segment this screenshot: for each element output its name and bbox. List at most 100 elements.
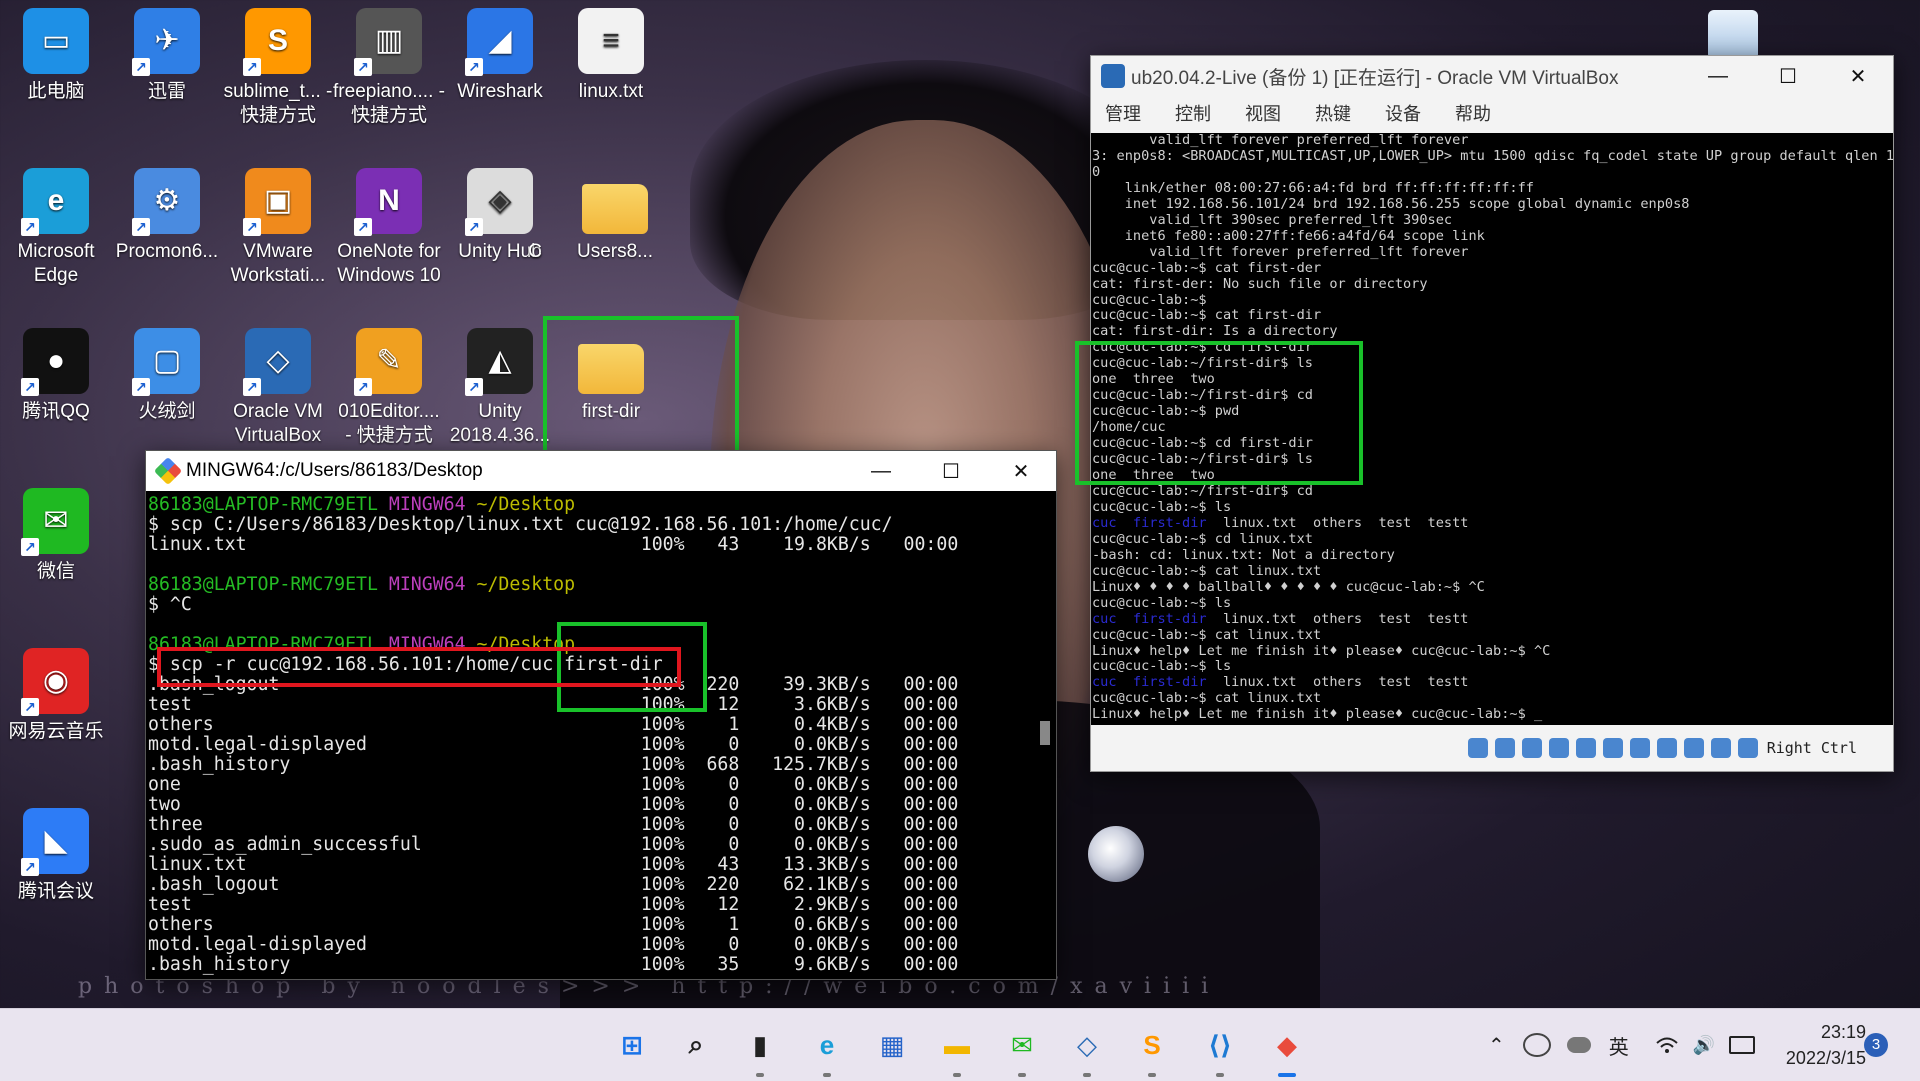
vbox-minimize-button[interactable]: — — [1683, 56, 1753, 96]
desktop-icon-linux-txt[interactable]: ≡ linux.txt — [555, 8, 667, 104]
vbox-menu-item[interactable]: 设备 — [1385, 100, 1421, 126]
taskbar-sublime-icon[interactable]: S — [1130, 1023, 1174, 1067]
ime-indicator[interactable]: 英 — [1609, 1031, 1629, 1060]
desktop-icon-xunlei[interactable]: ✈ ↗ 迅雷 — [111, 8, 223, 104]
desktop-icon-c-folder[interactable]: C — [520, 168, 550, 264]
mingw-terminal-window[interactable]: MINGW64:/c/Users/86183/Desktop — ☐ ✕ 861… — [145, 450, 1057, 980]
taskbar-terminal-icon[interactable]: ▮ — [738, 1023, 782, 1067]
desktop-icon-unity[interactable]: ◭ ↗ Unity 2018.4.36... — [444, 328, 556, 448]
virtualbox-icon: ◇ ↗ — [243, 328, 311, 396]
cpu-icon[interactable] — [1683, 738, 1704, 758]
wireshark-icon: ◢ ↗ — [465, 8, 533, 76]
desktop-icon-edge[interactable]: e ↗ Microsoft Edge — [0, 168, 112, 288]
desktop-icon-wireshark[interactable]: ◢ ↗ Wireshark — [444, 8, 556, 104]
desktop-icon-users-folder[interactable]: Users8... — [559, 168, 671, 264]
volume-icon[interactable]: 🔊 — [1693, 1035, 1715, 1056]
recording-icon[interactable] — [1656, 738, 1677, 758]
desktop-icon-wechat[interactable]: ✉ ↗ 微信 — [0, 488, 112, 584]
usb-icon[interactable] — [1575, 738, 1596, 758]
vbox-menu-item[interactable]: 管理 — [1105, 100, 1141, 126]
taskbar-explorer-icon[interactable]: ▬ — [935, 1023, 979, 1067]
console-line: inet6 fe80::a00:27ff:fe66:a4fd/64 scope … — [1092, 227, 1485, 244]
desktop-icon-label: Wireshark — [457, 81, 543, 102]
taskbar-git-bash-icon[interactable]: ◆ — [1265, 1023, 1309, 1067]
taskbar-start-icon[interactable]: ⊞ — [610, 1023, 654, 1067]
ls-file-entries: linux.txt others test testt — [1206, 674, 1469, 691]
desktop-icon-huorongjian[interactable]: ▢ ↗ 火绒剑 — [111, 328, 223, 424]
desktop-icon-qq[interactable]: ● ↗ 腾讯QQ — [0, 328, 112, 424]
desktop-icon-tencent-meeting[interactable]: ◣ ↗ 腾讯会议 — [0, 808, 112, 904]
console-line: 3: enp0s8: <BROADCAST,MULTICAST,UP,LOWER… — [1092, 147, 1893, 164]
mingw-terminal-output[interactable]: 86183@LAPTOP-RMC79ETL MINGW64 ~/Desktop $… — [146, 491, 1056, 979]
vbox-close-button[interactable]: ✕ — [1823, 56, 1893, 96]
keyboard-icon[interactable] — [1737, 738, 1758, 758]
vbox-menu-item[interactable]: 帮助 — [1455, 100, 1491, 126]
desktop-icon-label: 迅雷 — [147, 81, 186, 102]
terminal-line: .bash_history 100% 668 125.7KB/s 00:00 — [148, 754, 959, 775]
vbox-titlebar[interactable]: ub20.04.2-Live (备份 1) [正在运行] - Oracle VM… — [1091, 56, 1893, 96]
mingw-title: MINGW64:/c/Users/86183/Desktop — [186, 460, 483, 481]
desktop-icon-sublime[interactable]: S ↗ sublime_t... - 快捷方式 — [222, 8, 334, 128]
wifi-icon[interactable] — [1655, 1035, 1679, 1055]
xunlei-icon: ✈ ↗ — [132, 8, 200, 76]
taskbar: ⊞ ⌕ ▮ e ▦ ▬ ✉ ◇ S ⟨⟩ ◆ ⌃ 英 🔊 23:19 2022/3/15 3 — [0, 1008, 1920, 1081]
optical-icon[interactable] — [1494, 738, 1515, 758]
desktop-icon-freepiano[interactable]: ▥ ↗ freepiano.... - 快捷方式 — [333, 8, 445, 128]
terminal-line: $ scp C:/Users/86183/Desktop/linux.txt c… — [148, 514, 893, 535]
ls-dir-entries: cuc first-dir — [1092, 674, 1207, 691]
taskbar-wechat-icon[interactable]: ✉ — [1000, 1023, 1044, 1067]
desktop-icon-virtualbox[interactable]: ◇ ↗ Oracle VM VirtualBox — [222, 328, 334, 448]
desktop-icon-this-pc[interactable]: ▭ 此电脑 — [0, 8, 112, 104]
maximize-button[interactable]: ☐ — [916, 451, 986, 491]
vbox-menu-item[interactable]: 视图 — [1245, 100, 1281, 126]
mingw-scrollbar[interactable] — [1040, 721, 1050, 745]
desktop-icon-netease[interactable]: ◉ ↗ 网易云音乐 — [0, 648, 112, 744]
tray-cloud-icon[interactable] — [1566, 1037, 1591, 1053]
taskbar-edge-icon[interactable]: e — [805, 1023, 849, 1067]
shortcut-arrow-icon: ↗ — [243, 218, 261, 236]
taskbar-store-icon[interactable]: ▦ — [870, 1023, 914, 1067]
console-line: cuc@cuc-lab:~$ — [1092, 291, 1207, 308]
desktop-icon-procmon[interactable]: ⚙ ↗ Procmon6... — [111, 168, 223, 264]
terminal-line: one 100% 0 0.0KB/s 00:00 — [148, 774, 959, 795]
minimize-button[interactable]: — — [846, 451, 916, 491]
tray-sync-icon[interactable] — [1522, 1033, 1551, 1057]
recycle-bin-icon[interactable] — [1708, 10, 1758, 60]
shortcut-arrow-icon: ↗ — [21, 218, 39, 236]
taskbar-search-icon[interactable]: ⌕ — [674, 1023, 718, 1067]
tray-chevron-icon[interactable]: ⌃ — [1488, 1033, 1505, 1058]
display-icon[interactable] — [1629, 738, 1650, 758]
shortcut-arrow-icon: ↗ — [243, 378, 261, 396]
terminal-line: others 100% 1 0.6KB/s 00:00 — [148, 914, 959, 935]
taskbar-vscode-icon[interactable]: ⟨⟩ — [1198, 1023, 1242, 1067]
prompt-user: 86183@LAPTOP-RMC79ETL — [148, 574, 378, 595]
annotation-first-dir-icon — [543, 316, 739, 460]
mouse-integration-icon[interactable] — [1710, 738, 1731, 758]
notification-badge[interactable]: 3 — [1864, 1033, 1888, 1057]
taskbar-virtualbox-icon[interactable]: ◇ — [1065, 1023, 1109, 1067]
vbox-menu-item[interactable]: 热键 — [1315, 100, 1351, 126]
vbox-maximize-button[interactable]: ☐ — [1753, 56, 1823, 96]
close-button[interactable]: ✕ — [986, 451, 1056, 491]
desktop-icon-onenote[interactable]: N ↗ OneNote for Windows 10 — [333, 168, 445, 288]
vbox-menu-item[interactable]: 控制 — [1175, 100, 1211, 126]
hdd-icon[interactable] — [1467, 738, 1488, 758]
ls-file-entries: linux.txt others test testt — [1206, 610, 1469, 627]
mingw-titlebar[interactable]: MINGW64:/c/Users/86183/Desktop — ☐ ✕ — [146, 451, 1056, 491]
shortcut-arrow-icon: ↗ — [21, 858, 39, 876]
console-line: valid_lft 390sec preferred_lft 390sec — [1092, 211, 1453, 228]
audio-icon[interactable] — [1521, 738, 1542, 758]
shared-folders-icon[interactable] — [1602, 738, 1623, 758]
clock[interactable]: 23:19 2022/3/15 — [1762, 1019, 1866, 1071]
battery-icon[interactable] — [1729, 1036, 1756, 1054]
system-tray: ⌃ 英 🔊 — [1488, 1009, 1756, 1081]
running-indicator — [1216, 1073, 1224, 1077]
clock-time: 23:19 — [1820, 1022, 1866, 1042]
tencent-meeting-icon: ◣ ↗ — [21, 808, 89, 876]
console-line: Linux♦ ♦ ♦ ♦ ballball♦ ♦ ♦ ♦ ♦ cuc@cuc-l… — [1092, 578, 1485, 595]
desktop-icon-label: Oracle VM VirtualBox — [233, 401, 323, 446]
desktop-icon-010editor[interactable]: ✎ ↗ 010Editor.... - 快捷方式 — [333, 328, 445, 448]
network-icon[interactable] — [1548, 738, 1569, 758]
desktop-icon-vmware[interactable]: ▣ ↗ VMware Workstati... — [222, 168, 334, 288]
